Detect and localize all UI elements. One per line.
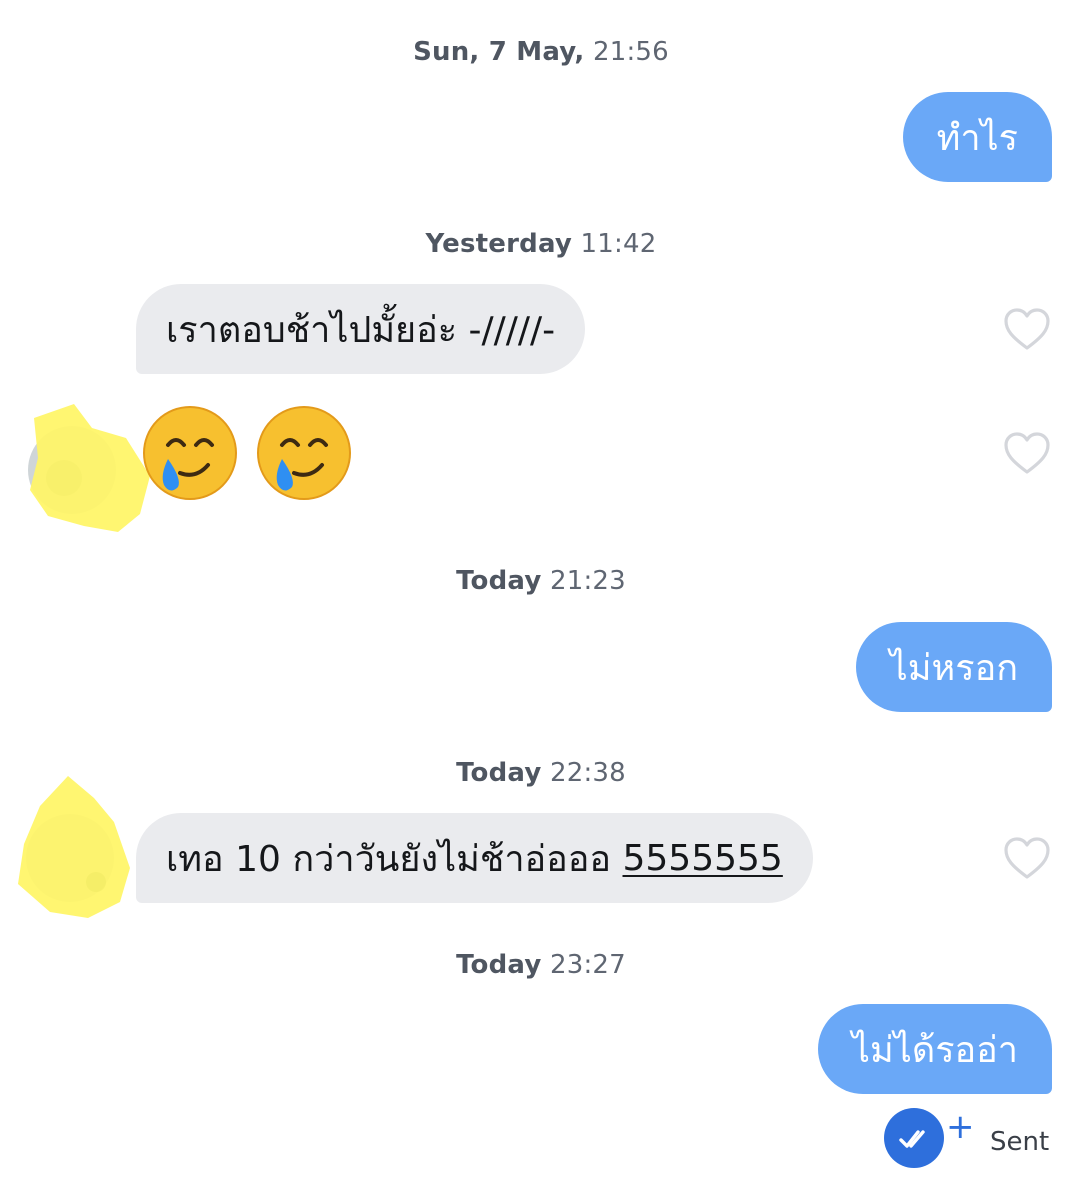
phone-number-link[interactable]: 5555555	[623, 838, 783, 879]
outgoing-message[interactable]: ไม่ได้รออ่า	[817, 1004, 1052, 1094]
incoming-message[interactable]: เทอ 10 กว่าวันยังไม่ช้าอ่อออ 5555555	[136, 813, 813, 903]
contact-avatar[interactable]	[10, 772, 134, 922]
like-heart-icon[interactable]	[1003, 836, 1051, 880]
timestamp: Today 23:27	[456, 950, 626, 980]
outgoing-message[interactable]: ไม่หรอก	[855, 622, 1052, 712]
smiling-face-with-tear-emoji[interactable]	[142, 405, 238, 501]
incoming-message[interactable]: เราตอบช้าไปมั้ยอ่ะ -/////-	[136, 284, 586, 374]
delivery-status: Sent	[990, 1127, 1050, 1157]
timestamp: Sun, 7 May, 21:56	[413, 37, 669, 67]
outgoing-message[interactable]: ทำไร	[902, 92, 1052, 182]
timestamp: Yesterday 11:42	[425, 229, 657, 259]
like-heart-icon[interactable]	[1003, 431, 1051, 475]
plus-icon[interactable]: +	[946, 1110, 975, 1144]
read-receipt-badge	[884, 1108, 944, 1168]
timestamp: Today 22:38	[456, 758, 626, 788]
like-heart-icon[interactable]	[1003, 307, 1051, 351]
contact-avatar[interactable]	[14, 398, 154, 534]
double-check-icon	[899, 1130, 925, 1148]
smiling-face-with-tear-emoji[interactable]	[256, 405, 352, 501]
timestamp: Today 21:23	[456, 566, 626, 596]
